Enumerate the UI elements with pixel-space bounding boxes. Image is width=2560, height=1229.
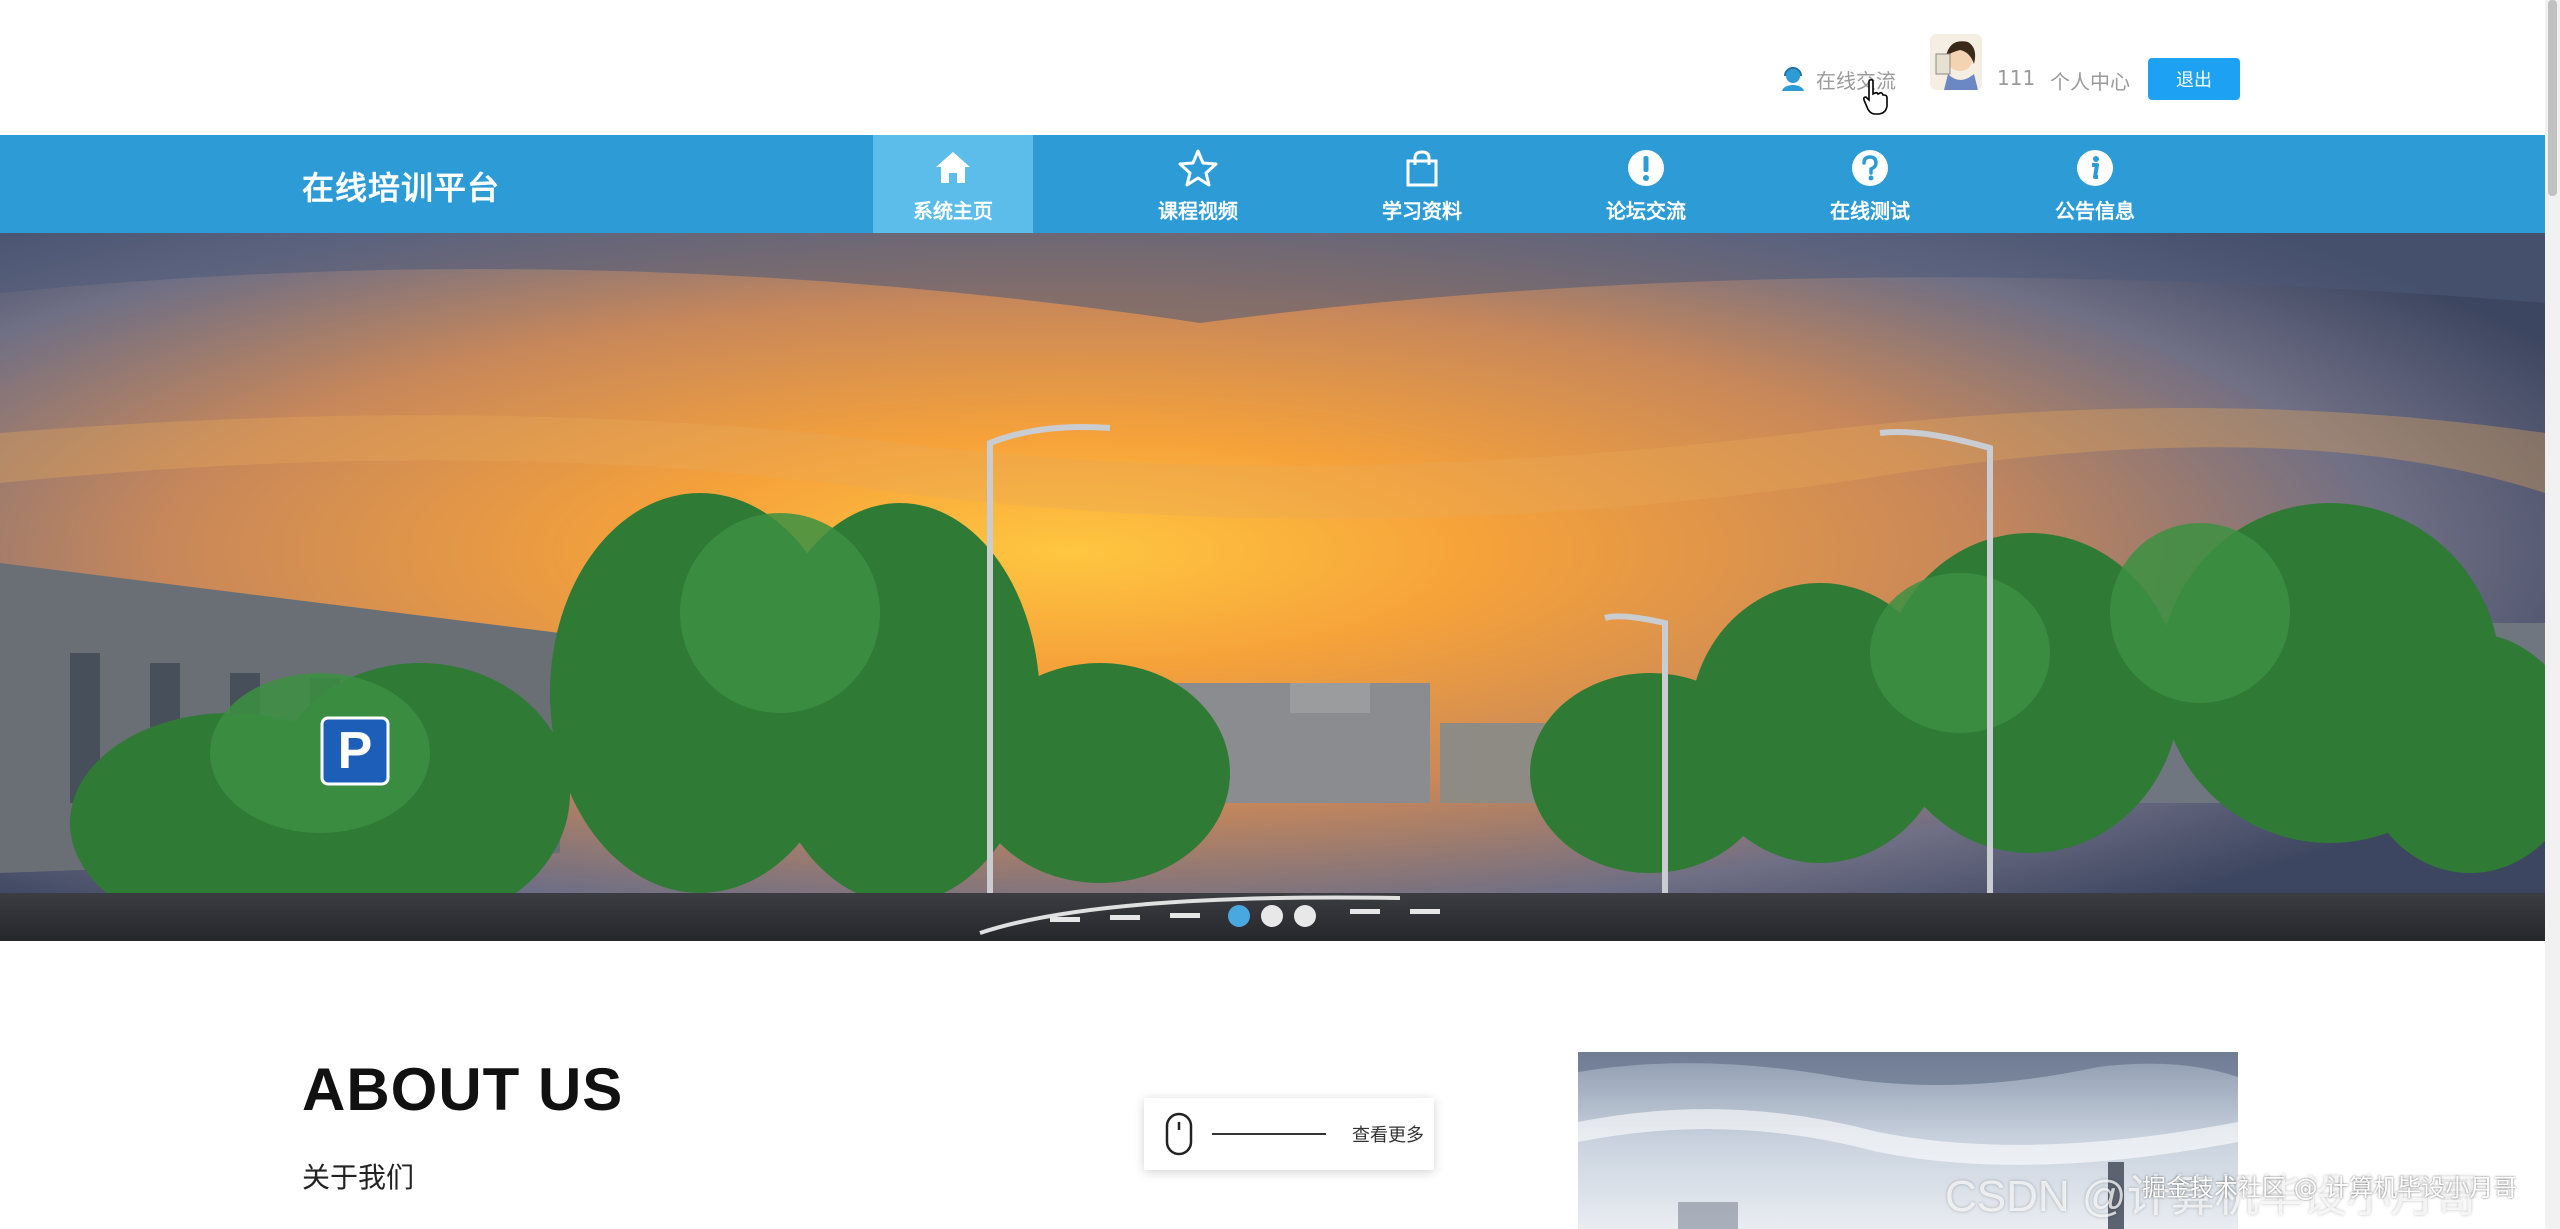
banner-image: P [0,233,2545,941]
view-more-label: 查看更多 [1352,1125,1424,1146]
hand-cursor-icon [1862,78,1888,115]
nav-label: 课程视频 [1158,199,1238,223]
nav-item-course-videos[interactable]: 课程视频 [1118,135,1278,233]
avatar[interactable] [1930,34,1982,90]
top-bar: 在线交流 111 个人中心 退出 [0,0,2545,135]
nav-label: 在线测试 [1830,199,1910,223]
divider [1212,1133,1326,1135]
personal-center-link[interactable]: 个人中心 [2050,66,2130,95]
banner-carousel[interactable]: P [0,233,2545,941]
question-icon [1849,147,1891,189]
about-title: ABOUT US [302,1056,624,1123]
nav-item-study-materials[interactable]: 学习资料 [1342,135,1502,233]
svg-text:P: P [338,722,373,780]
info-icon [2074,147,2116,189]
carousel-dot[interactable] [1294,905,1316,927]
logout-button[interactable]: 退出 [2148,58,2240,100]
carousel-dots [1228,905,1316,927]
about-subtitle: 关于我们 [302,1161,415,1194]
nav-label: 公告信息 [2055,199,2135,223]
home-icon [932,147,974,189]
nav-item-announcements[interactable]: 公告信息 [2015,135,2175,233]
shopping-bag-icon [1401,147,1443,189]
exclamation-icon [1625,147,1667,189]
star-icon [1177,147,1219,189]
user-support-icon [1782,67,1804,91]
page: 在线交流 111 个人中心 退出 在线培训平台 系统主页 课程视频 学习资料 论… [0,0,2560,1229]
mouse-icon [1165,1112,1193,1156]
carousel-dot[interactable] [1228,905,1250,927]
main-navbar: 在线培训平台 系统主页 课程视频 学习资料 论坛交流 在线测试 公告信息 [0,135,2545,233]
juejin-watermark: 掘金技术社区 @ 计算机毕设小月哥 [2142,1174,2518,1202]
site-brand[interactable]: 在线培训平台 [302,163,500,209]
nav-label: 学习资料 [1382,199,1462,223]
username: 111 [1997,66,2036,90]
nav-item-home[interactable]: 系统主页 [873,135,1033,233]
nav-item-online-test[interactable]: 在线测试 [1790,135,1950,233]
page-scrollbar[interactable] [2545,0,2560,1229]
carousel-dot[interactable] [1261,905,1283,927]
scrollbar-thumb[interactable] [2548,0,2557,196]
nav-item-forum[interactable]: 论坛交流 [1566,135,1726,233]
nav-label: 系统主页 [913,199,993,223]
nav-label: 论坛交流 [1606,199,1686,223]
view-more-button[interactable]: 查看更多 [1144,1098,1434,1170]
